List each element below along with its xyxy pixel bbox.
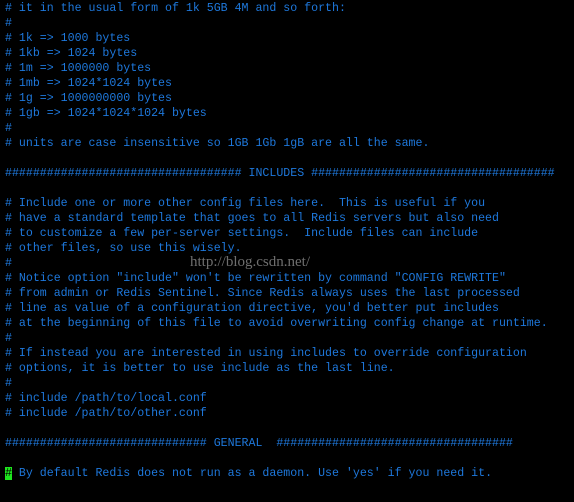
config-line: # to customize a few per-server settings… [5,227,479,240]
config-line: # [5,122,12,135]
line-text: By default Redis does not run as a daemo… [11,467,493,480]
config-line: # [5,17,12,30]
config-line: # line as value of a configuration direc… [5,302,499,315]
config-line-current: # By default Redis does not run as a dae… [5,466,555,481]
config-line: # from admin or Redis Sentinel. Since Re… [5,287,520,300]
config-line [5,181,555,196]
config-line: # include /path/to/other.conf [5,407,207,420]
config-line: ############################# GENERAL ##… [5,437,513,450]
terminal-editor[interactable]: # it in the usual form of 1k 5GB 4M and … [5,1,555,481]
config-line [5,151,555,166]
config-line: # units are case insensitive so 1GB 1Gb … [5,137,430,150]
config-line: # options, it is better to use include a… [5,362,395,375]
config-line [5,451,555,466]
config-line: ################################## INCLU… [5,167,555,180]
config-line: # 1kb => 1024 bytes [5,47,138,60]
config-line: # Notice option "include" won't be rewri… [5,272,506,285]
config-line: # at the beginning of this file to avoid… [5,317,548,330]
config-line: # [5,332,12,345]
config-line: # have a standard template that goes to … [5,212,499,225]
config-line: # Include one or more other config files… [5,197,486,210]
text-cursor: # [5,467,12,480]
config-line: # [5,377,12,390]
config-line [5,421,555,436]
config-line: # 1g => 1000000000 bytes [5,92,172,105]
watermark: http://blog.csdn.net/ [190,254,310,270]
config-line: # 1gb => 1024*1024*1024 bytes [5,107,207,120]
config-line: # If instead you are interested in using… [5,347,527,360]
config-line: # 1k => 1000 bytes [5,32,131,45]
config-line: # 1m => 1000000 bytes [5,62,152,75]
config-line: # include /path/to/local.conf [5,392,207,405]
config-line: # 1mb => 1024*1024 bytes [5,77,172,90]
config-line: # it in the usual form of 1k 5GB 4M and … [5,2,346,15]
